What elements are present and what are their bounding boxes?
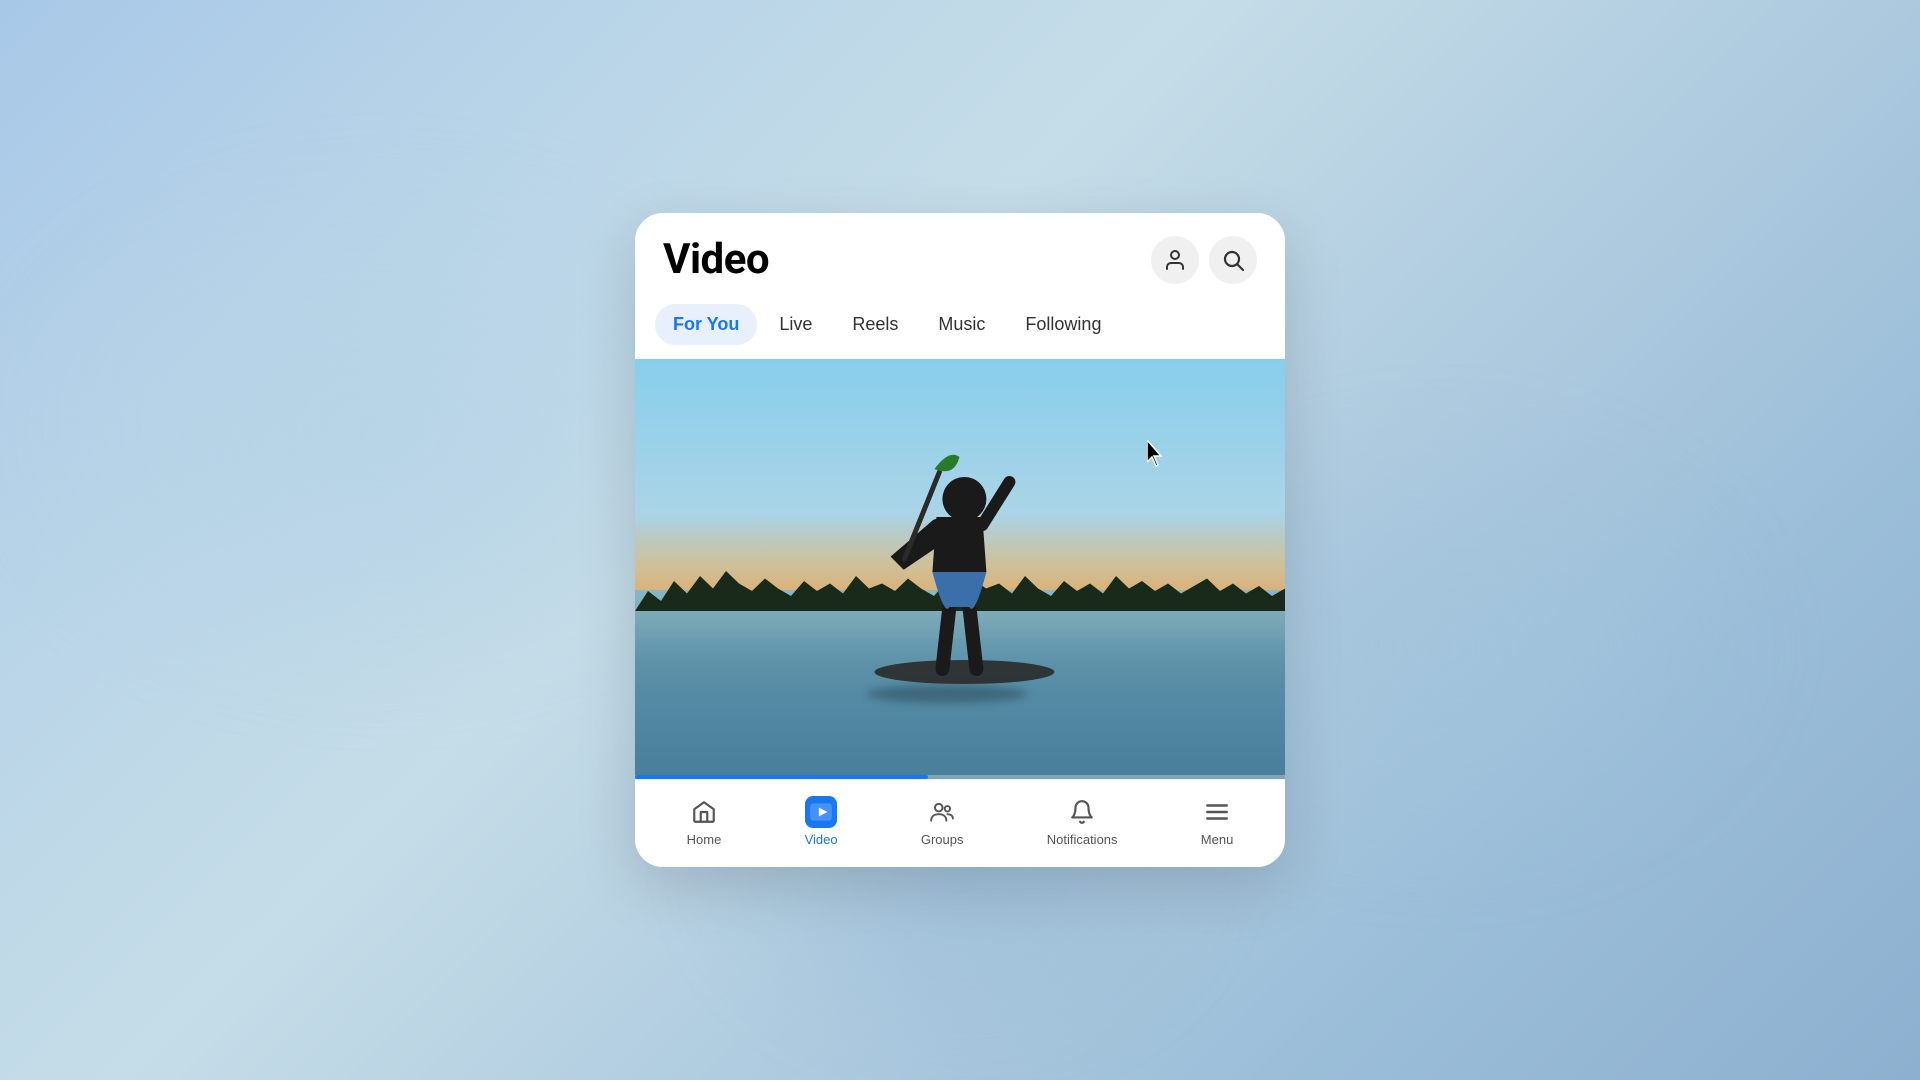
groups-icon-wrap bbox=[926, 796, 958, 828]
video-icon bbox=[808, 799, 834, 825]
home-icon-wrap bbox=[688, 796, 720, 828]
profile-button[interactable] bbox=[1151, 236, 1199, 284]
notifications-label: Notifications bbox=[1047, 832, 1118, 847]
video-icon-wrap bbox=[805, 796, 837, 828]
tab-following[interactable]: Following bbox=[1007, 304, 1119, 345]
video-progress-bar[interactable] bbox=[635, 775, 1285, 779]
tab-reels[interactable]: Reels bbox=[834, 304, 916, 345]
video-content bbox=[635, 359, 1285, 779]
menu-label: Menu bbox=[1201, 832, 1234, 847]
search-button[interactable] bbox=[1209, 236, 1257, 284]
nav-notifications[interactable]: Notifications bbox=[1035, 792, 1130, 851]
tab-music[interactable]: Music bbox=[920, 304, 1003, 345]
search-icon bbox=[1221, 248, 1245, 272]
notifications-icon-wrap bbox=[1066, 796, 1098, 828]
video-player[interactable] bbox=[635, 359, 1285, 779]
home-icon bbox=[691, 799, 717, 825]
bottom-navigation: Home Video Groups bbox=[635, 779, 1285, 867]
page-title: Video bbox=[663, 235, 769, 284]
nav-menu[interactable]: Menu bbox=[1189, 792, 1246, 851]
tabs-bar: For You Live Reels Music Following bbox=[635, 294, 1285, 359]
groups-icon bbox=[929, 799, 955, 825]
nav-home[interactable]: Home bbox=[675, 792, 734, 851]
video-label: Video bbox=[805, 832, 838, 847]
nav-groups[interactable]: Groups bbox=[909, 792, 976, 851]
video-progress-fill bbox=[635, 775, 928, 779]
home-label: Home bbox=[687, 832, 722, 847]
tab-live[interactable]: Live bbox=[761, 304, 830, 345]
header-icons bbox=[1151, 236, 1257, 284]
paddleboarder-silhouette bbox=[854, 387, 1074, 687]
app-container: Video For You Live Reels Music Following bbox=[635, 213, 1285, 867]
nav-video[interactable]: Video bbox=[793, 792, 850, 851]
menu-icon-wrap bbox=[1201, 796, 1233, 828]
person-icon bbox=[1163, 248, 1187, 272]
tab-for-you[interactable]: For You bbox=[655, 304, 757, 345]
board-reflection bbox=[867, 685, 1027, 703]
header: Video bbox=[635, 213, 1285, 294]
notifications-icon bbox=[1069, 799, 1095, 825]
menu-icon bbox=[1204, 799, 1230, 825]
groups-label: Groups bbox=[921, 832, 964, 847]
